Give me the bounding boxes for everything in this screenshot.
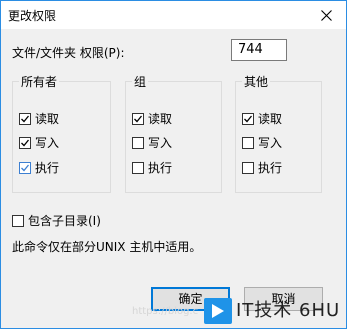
change-permissions-dialog: 更改权限 文件/文件夹 权限(P): 744 所有者 读取 写入 执行 组 读取 bbox=[0, 0, 347, 329]
watermark-text: IT技术 6HU bbox=[236, 300, 341, 321]
checkmark-icon bbox=[21, 164, 30, 171]
owner-group: 所有者 读取 写入 执行 bbox=[12, 73, 111, 193]
group-group: 组 读取 写入 执行 bbox=[125, 73, 222, 193]
group-execute-checkbox[interactable]: 执行 bbox=[132, 159, 172, 176]
checkmark-icon bbox=[21, 115, 30, 122]
unix-note: 此命令仅在部分UNIX 主机中适用。 bbox=[12, 240, 202, 254]
checkbox-box bbox=[12, 214, 24, 227]
other-execute-checkbox[interactable]: 执行 bbox=[242, 159, 282, 176]
checkbox-box bbox=[132, 136, 144, 149]
play-icon bbox=[212, 304, 224, 318]
checkbox-label: 执行 bbox=[148, 161, 173, 175]
other-group: 其他 读取 写入 执行 bbox=[235, 73, 322, 193]
permission-input[interactable]: 744 bbox=[231, 39, 287, 61]
watermark-url: https://blog.c bbox=[132, 306, 199, 317]
checkmark-icon bbox=[244, 115, 253, 122]
group-title: 所有者 bbox=[19, 73, 60, 90]
other-write-checkbox[interactable]: 写入 bbox=[242, 134, 282, 151]
checkmark-icon bbox=[134, 115, 143, 122]
checkbox-label: 写入 bbox=[258, 136, 283, 150]
checkbox-label: 读取 bbox=[148, 112, 173, 126]
watermark-logo bbox=[204, 298, 232, 324]
permission-label: 文件/文件夹 权限(P): bbox=[12, 46, 125, 60]
close-button[interactable] bbox=[306, 1, 346, 29]
group-title: 其他 bbox=[242, 73, 271, 90]
group-read-checkbox[interactable]: 读取 bbox=[132, 110, 172, 127]
checkbox-label: 读取 bbox=[35, 112, 60, 126]
include-subdirs-checkbox[interactable]: 包含子目录(I) bbox=[12, 212, 101, 229]
checkbox-box bbox=[19, 112, 31, 125]
checkbox-label: 写入 bbox=[35, 136, 60, 150]
checkbox-label: 执行 bbox=[258, 161, 283, 175]
checkbox-label: 包含子目录(I) bbox=[28, 214, 101, 228]
checkbox-label: 执行 bbox=[35, 161, 60, 175]
checkmark-icon bbox=[21, 139, 30, 146]
title-bar: 更改权限 bbox=[1, 1, 346, 29]
other-read-checkbox[interactable]: 读取 bbox=[242, 110, 282, 127]
owner-execute-checkbox[interactable]: 执行 bbox=[19, 159, 59, 176]
group-write-checkbox[interactable]: 写入 bbox=[132, 134, 172, 151]
dialog-title: 更改权限 bbox=[8, 9, 57, 23]
checkbox-box bbox=[242, 112, 254, 125]
checkbox-box bbox=[19, 161, 31, 174]
checkbox-label: 读取 bbox=[258, 112, 283, 126]
checkbox-box bbox=[19, 136, 31, 149]
checkbox-box bbox=[242, 161, 254, 174]
group-title: 组 bbox=[132, 73, 149, 90]
owner-read-checkbox[interactable]: 读取 bbox=[19, 110, 59, 127]
checkbox-box bbox=[132, 112, 144, 125]
checkbox-box bbox=[242, 136, 254, 149]
checkbox-box bbox=[132, 161, 144, 174]
owner-write-checkbox[interactable]: 写入 bbox=[19, 134, 59, 151]
close-icon bbox=[320, 9, 332, 21]
checkbox-label: 写入 bbox=[148, 136, 173, 150]
